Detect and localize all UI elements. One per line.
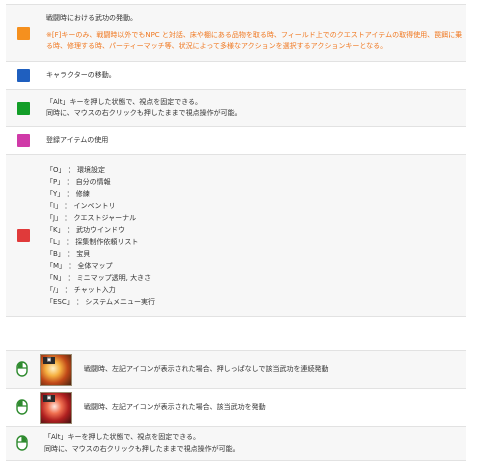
skill-red-burst-icon: ▣ (40, 391, 72, 424)
table-row: キャラクターの移動。 (6, 61, 466, 90)
row-text: キャラクターの移動。 (46, 70, 116, 79)
shortcut-n: 「N」 ： ミニマップ透明, 大きさ (46, 273, 152, 282)
row-text: 登録アイテムの使用 (46, 135, 109, 144)
shortcut-b: 「B」 ： 宝貝 (46, 249, 91, 258)
blue-key-marker-icon (16, 69, 30, 82)
shortcut-p: 「P」 ： 自分の情報 (46, 177, 111, 186)
table-row: 「Alt」キーを押した状態で、視点を固定できる。 同時に、マウスの右クリックも押… (6, 89, 466, 127)
table-row: 登録アイテムの使用 (6, 126, 466, 155)
red-key-marker-icon (16, 229, 30, 242)
table-row: 「O」 ： 環境設定 「P」 ： 自分の情報 「Y」 ： 修練 「I」 ： イン… (6, 154, 466, 317)
row-text: 戦闘時、左記アイコンが表示された場合、該当武功を発動 (84, 402, 266, 411)
row-text: 戦闘時における武功の発動。 (46, 14, 137, 23)
green-key-marker-icon (16, 101, 30, 115)
shortcut-i: 「I」 ： インベントリ (46, 201, 116, 210)
row-text: 戦闘時、左記アイコンが表示された場合、押しっぱなしで該当武功を連続発動 (84, 364, 329, 373)
mouse-left-click-icon (16, 360, 28, 377)
mouse-left-click-icon (16, 398, 28, 415)
row-text-line: 「Alt」キーを押した状態で、視点を固定できる。 (46, 97, 203, 106)
table-row: ▣ 戦闘時、左記アイコンが表示された場合、該当武功を発動 (6, 388, 466, 427)
shortcut-k: 「K」 ： 武功ウインドウ (46, 225, 126, 234)
skill-fire-slash-icon: ▣ (40, 353, 72, 386)
mouse-right-click-icon (16, 434, 28, 451)
magenta-key-marker-icon (16, 134, 30, 147)
mouse-controls-table: ▣ 戦闘時、左記アイコンが表示された場合、押しっぱなしで該当武功を連続発動 ▣ … (6, 350, 466, 461)
table-row: 戦闘時における武功の発動。 ※[F]キーのみ、戦闘時以外でもNPC と対話、床や… (6, 4, 466, 62)
keyboard-controls-table: 戦闘時における武功の発動。 ※[F]キーのみ、戦闘時以外でもNPC と対話、床や… (6, 4, 466, 317)
shortcut-y: 「Y」 ： 修練 (46, 189, 90, 198)
shortcut-l: 「L」 ： 採集制作依頼リスト (46, 237, 139, 246)
table-row: 「Alt」キーを押した状態で、視点を固定できる。 同時に、マウスの右クリックも押… (6, 426, 466, 461)
orange-key-marker-icon (16, 26, 30, 40)
action-key-note: ※[F]キーのみ、戦闘時以外でもNPC と対話、床や棚にある品物を取る時、フィー… (46, 30, 463, 51)
table-row: ▣ 戦闘時、左記アイコンが表示された場合、押しっぱなしで該当武功を連続発動 (6, 350, 466, 389)
shortcut-o: 「O」 ： 環境設定 (46, 165, 105, 174)
shortcut-slash: 「/」 ： チャット入力 (46, 285, 116, 294)
row-text-line: 同時に、マウスの右クリックも押したままで視点操作が可能。 (46, 109, 242, 117)
shortcut-esc: 「ESC」 ： システムメニュー実行 (46, 297, 155, 306)
row-text-line: 同時に、マウスの右クリックも押したままで視点操作が可能。 (44, 444, 240, 453)
shortcut-j: 「J」 ： クエストジャーナル (46, 213, 137, 222)
shortcut-m: 「M」 ： 全体マップ (46, 261, 113, 270)
row-text-line: 「Alt」キーを押した状態で、視点を固定できる。 (44, 433, 201, 441)
